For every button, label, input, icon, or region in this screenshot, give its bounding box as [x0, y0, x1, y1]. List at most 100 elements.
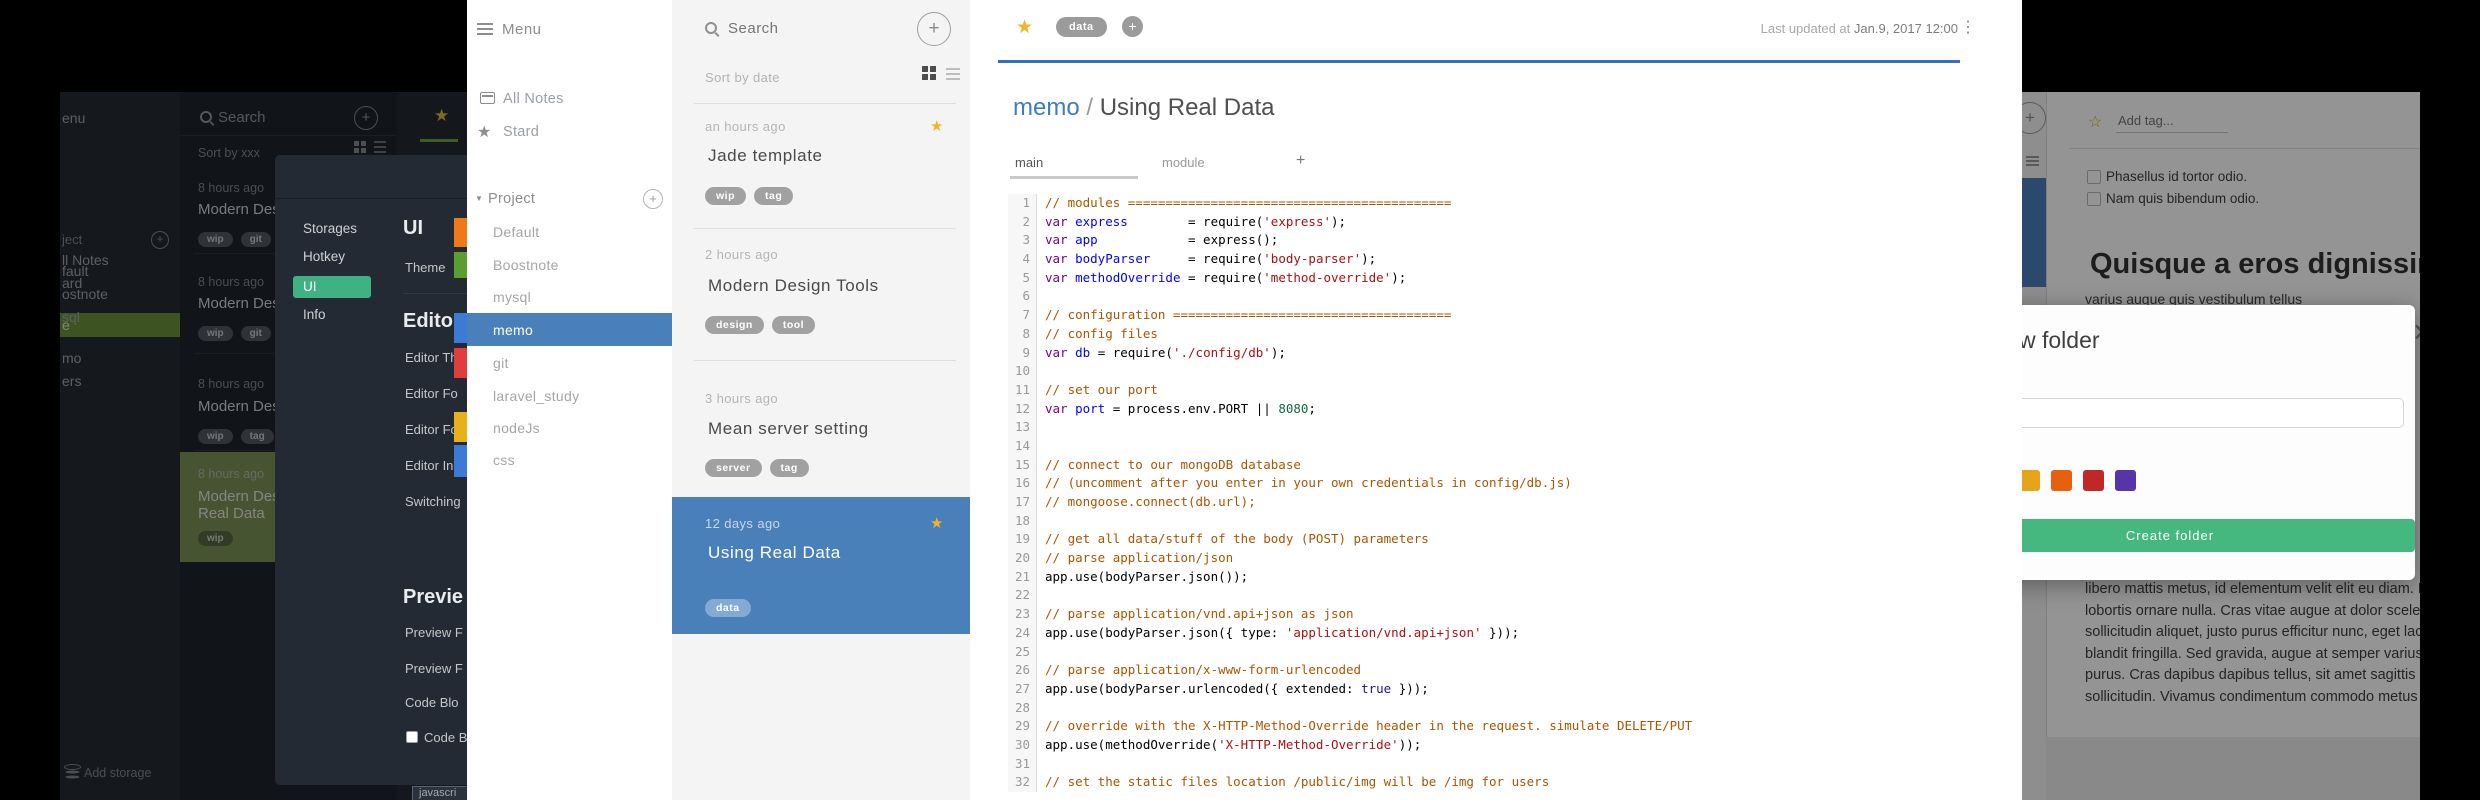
divider [694, 360, 956, 361]
divider [275, 198, 467, 199]
note-title-heading[interactable]: Using Real Data [1100, 94, 1275, 121]
settings-editor-row: Editor Fo [405, 422, 458, 437]
add-folder-button[interactable]: + [643, 189, 663, 209]
settings-editor-row: Editor Inc [405, 458, 460, 473]
close-icon[interactable]: ✕ [2412, 318, 2420, 348]
settings-nav-storages[interactable]: Storages [303, 221, 357, 236]
header-rule [998, 60, 1960, 63]
star-icon[interactable]: ★ [930, 514, 943, 532]
project-section-label[interactable]: Project [488, 191, 535, 207]
note-tag: server [705, 459, 762, 477]
settings-editor-row: Editor Fo [405, 386, 458, 401]
star-icon[interactable]: ★ [930, 117, 943, 135]
desktop: enu ll Notes ard ject + e fault ostnote … [0, 0, 2480, 800]
chevron-down-icon[interactable]: ▼ [475, 194, 483, 203]
color-chip[interactable] [454, 252, 467, 278]
color-chip[interactable] [454, 348, 467, 378]
settings-section-heading: UI [403, 217, 423, 239]
checkbox[interactable] [406, 731, 418, 743]
updated-label: Last updated at [1760, 21, 1851, 36]
dialog-title: w folder [2022, 327, 2100, 353]
sort-control[interactable]: Sort by date [705, 70, 780, 85]
note-tag: tag [769, 459, 809, 477]
sidebar-folder-label: memo [493, 322, 534, 338]
sidebar-folder-laravel-study[interactable]: laravel_study [493, 388, 579, 404]
code-editor[interactable]: 1// modules ============================… [1008, 194, 1990, 800]
note-tag-badge[interactable]: data [1056, 17, 1107, 37]
sidebar-folder-boostnote[interactable]: Boostnote [493, 257, 559, 273]
menu-button[interactable]: Menu [502, 21, 542, 38]
settings-nav-ui[interactable]: UI [303, 279, 317, 294]
tab-main[interactable]: main [1015, 155, 1043, 170]
divider [403, 293, 467, 294]
all-notes-icon [480, 92, 495, 104]
notelist: + Sort by date an hours ago ★ Jade templ… [672, 0, 971, 800]
settings-theme-label: Theme [405, 260, 446, 275]
divider [694, 228, 956, 229]
settings-syntax-dropdown[interactable]: javascri [412, 786, 475, 800]
background-window-right: + ☆ Phasellus id tortor odio. Nam quis b… [2022, 92, 2420, 800]
note-title: Using Real Data [708, 543, 841, 562]
settings-preview-row: Preview F [405, 661, 463, 676]
search-input[interactable] [726, 19, 870, 38]
settings-preview-row: Code Blo [405, 695, 459, 710]
more-options-icon[interactable]: ⋮ [1960, 17, 1976, 37]
tab-module[interactable]: module [1162, 155, 1205, 170]
add-tag-button[interactable]: + [1122, 16, 1143, 37]
note-date: 12 days ago [705, 516, 781, 531]
menu-icon [477, 23, 493, 25]
settings-editor-heading: Editor [403, 310, 461, 332]
code-lines: 1// modules ============================… [1008, 194, 1990, 792]
new-note-button[interactable]: + [917, 12, 951, 46]
breadcrumb-folder[interactable]: memo [1013, 94, 1080, 121]
note-date: an hours ago [705, 119, 786, 134]
note-title: Mean server setting [708, 419, 869, 438]
add-tab-button[interactable]: + [1296, 152, 1305, 170]
note-date: 3 hours ago [705, 391, 779, 406]
sidebar-item-starred[interactable]: Stard [503, 124, 539, 140]
sidebar-folder-mysql[interactable]: mysql [493, 289, 531, 305]
folder-color-swatch[interactable] [2115, 470, 2136, 491]
folder-color-swatch[interactable] [2051, 470, 2072, 491]
sidebar-folder-default[interactable]: Default [493, 224, 539, 240]
note-title: Modern Design Tools [708, 276, 879, 295]
note-tag: data [705, 599, 751, 617]
sidebar-folder-memo-selected[interactable]: memo [467, 313, 672, 346]
updated-value: Jan.9, 2017 12:00 [1853, 21, 1958, 36]
note-tag: tag [754, 187, 794, 205]
note-date: 2 hours ago [705, 247, 779, 262]
color-chip[interactable] [454, 445, 467, 477]
sidebar-item-all-notes[interactable]: All Notes [503, 91, 564, 107]
settings-nav-hotkey[interactable]: Hotkey [303, 249, 345, 264]
star-icon: ★ [477, 124, 492, 141]
settings-editor-row: Switching [405, 494, 461, 509]
folder-name-input[interactable] [2022, 398, 2404, 428]
create-folder-dialog: w folder ✕ esc Create folder [2022, 305, 2420, 580]
active-tab-underline [1010, 176, 1138, 179]
star-icon[interactable]: ★ [1016, 16, 1033, 39]
create-folder-button[interactable]: Create folder [2022, 519, 2415, 552]
divider [694, 103, 956, 104]
settings-preview-heading: Previe [403, 586, 464, 608]
color-chip[interactable] [454, 218, 467, 247]
sidebar-folder-css[interactable]: css [493, 452, 515, 468]
folder-color-swatch[interactable] [2022, 470, 2040, 491]
note-tag: design [705, 316, 764, 334]
settings-nav-info[interactable]: Info [303, 307, 326, 322]
grid-view-icon[interactable] [922, 66, 928, 72]
color-chip[interactable] [454, 412, 467, 442]
search-icon [705, 22, 717, 34]
note-title: Jade template [708, 146, 823, 165]
note-tag: wip [705, 187, 746, 205]
settings-code-checkbox-label: Code B [424, 730, 467, 745]
editor-pane: ★ data + Last updated at Jan.9, 2017 12:… [970, 0, 2022, 800]
color-chip[interactable] [454, 313, 467, 343]
folder-color-swatch[interactable] [2083, 470, 2104, 491]
list-view-icon[interactable] [946, 68, 960, 70]
settings-modal: Storages Hotkey UI Info UI Theme Editor … [275, 155, 467, 785]
sidebar-folder-git[interactable]: git [493, 355, 509, 371]
sidebar: Menu All Notes ★ Stard ▼ Project + Defau… [467, 0, 673, 800]
breadcrumb-separator: / [1079, 94, 1100, 121]
sidebar-folder-nodejs[interactable]: nodeJs [493, 420, 540, 436]
note-item-selected[interactable]: 12 days ago ★ Using Real Data data [672, 497, 970, 634]
